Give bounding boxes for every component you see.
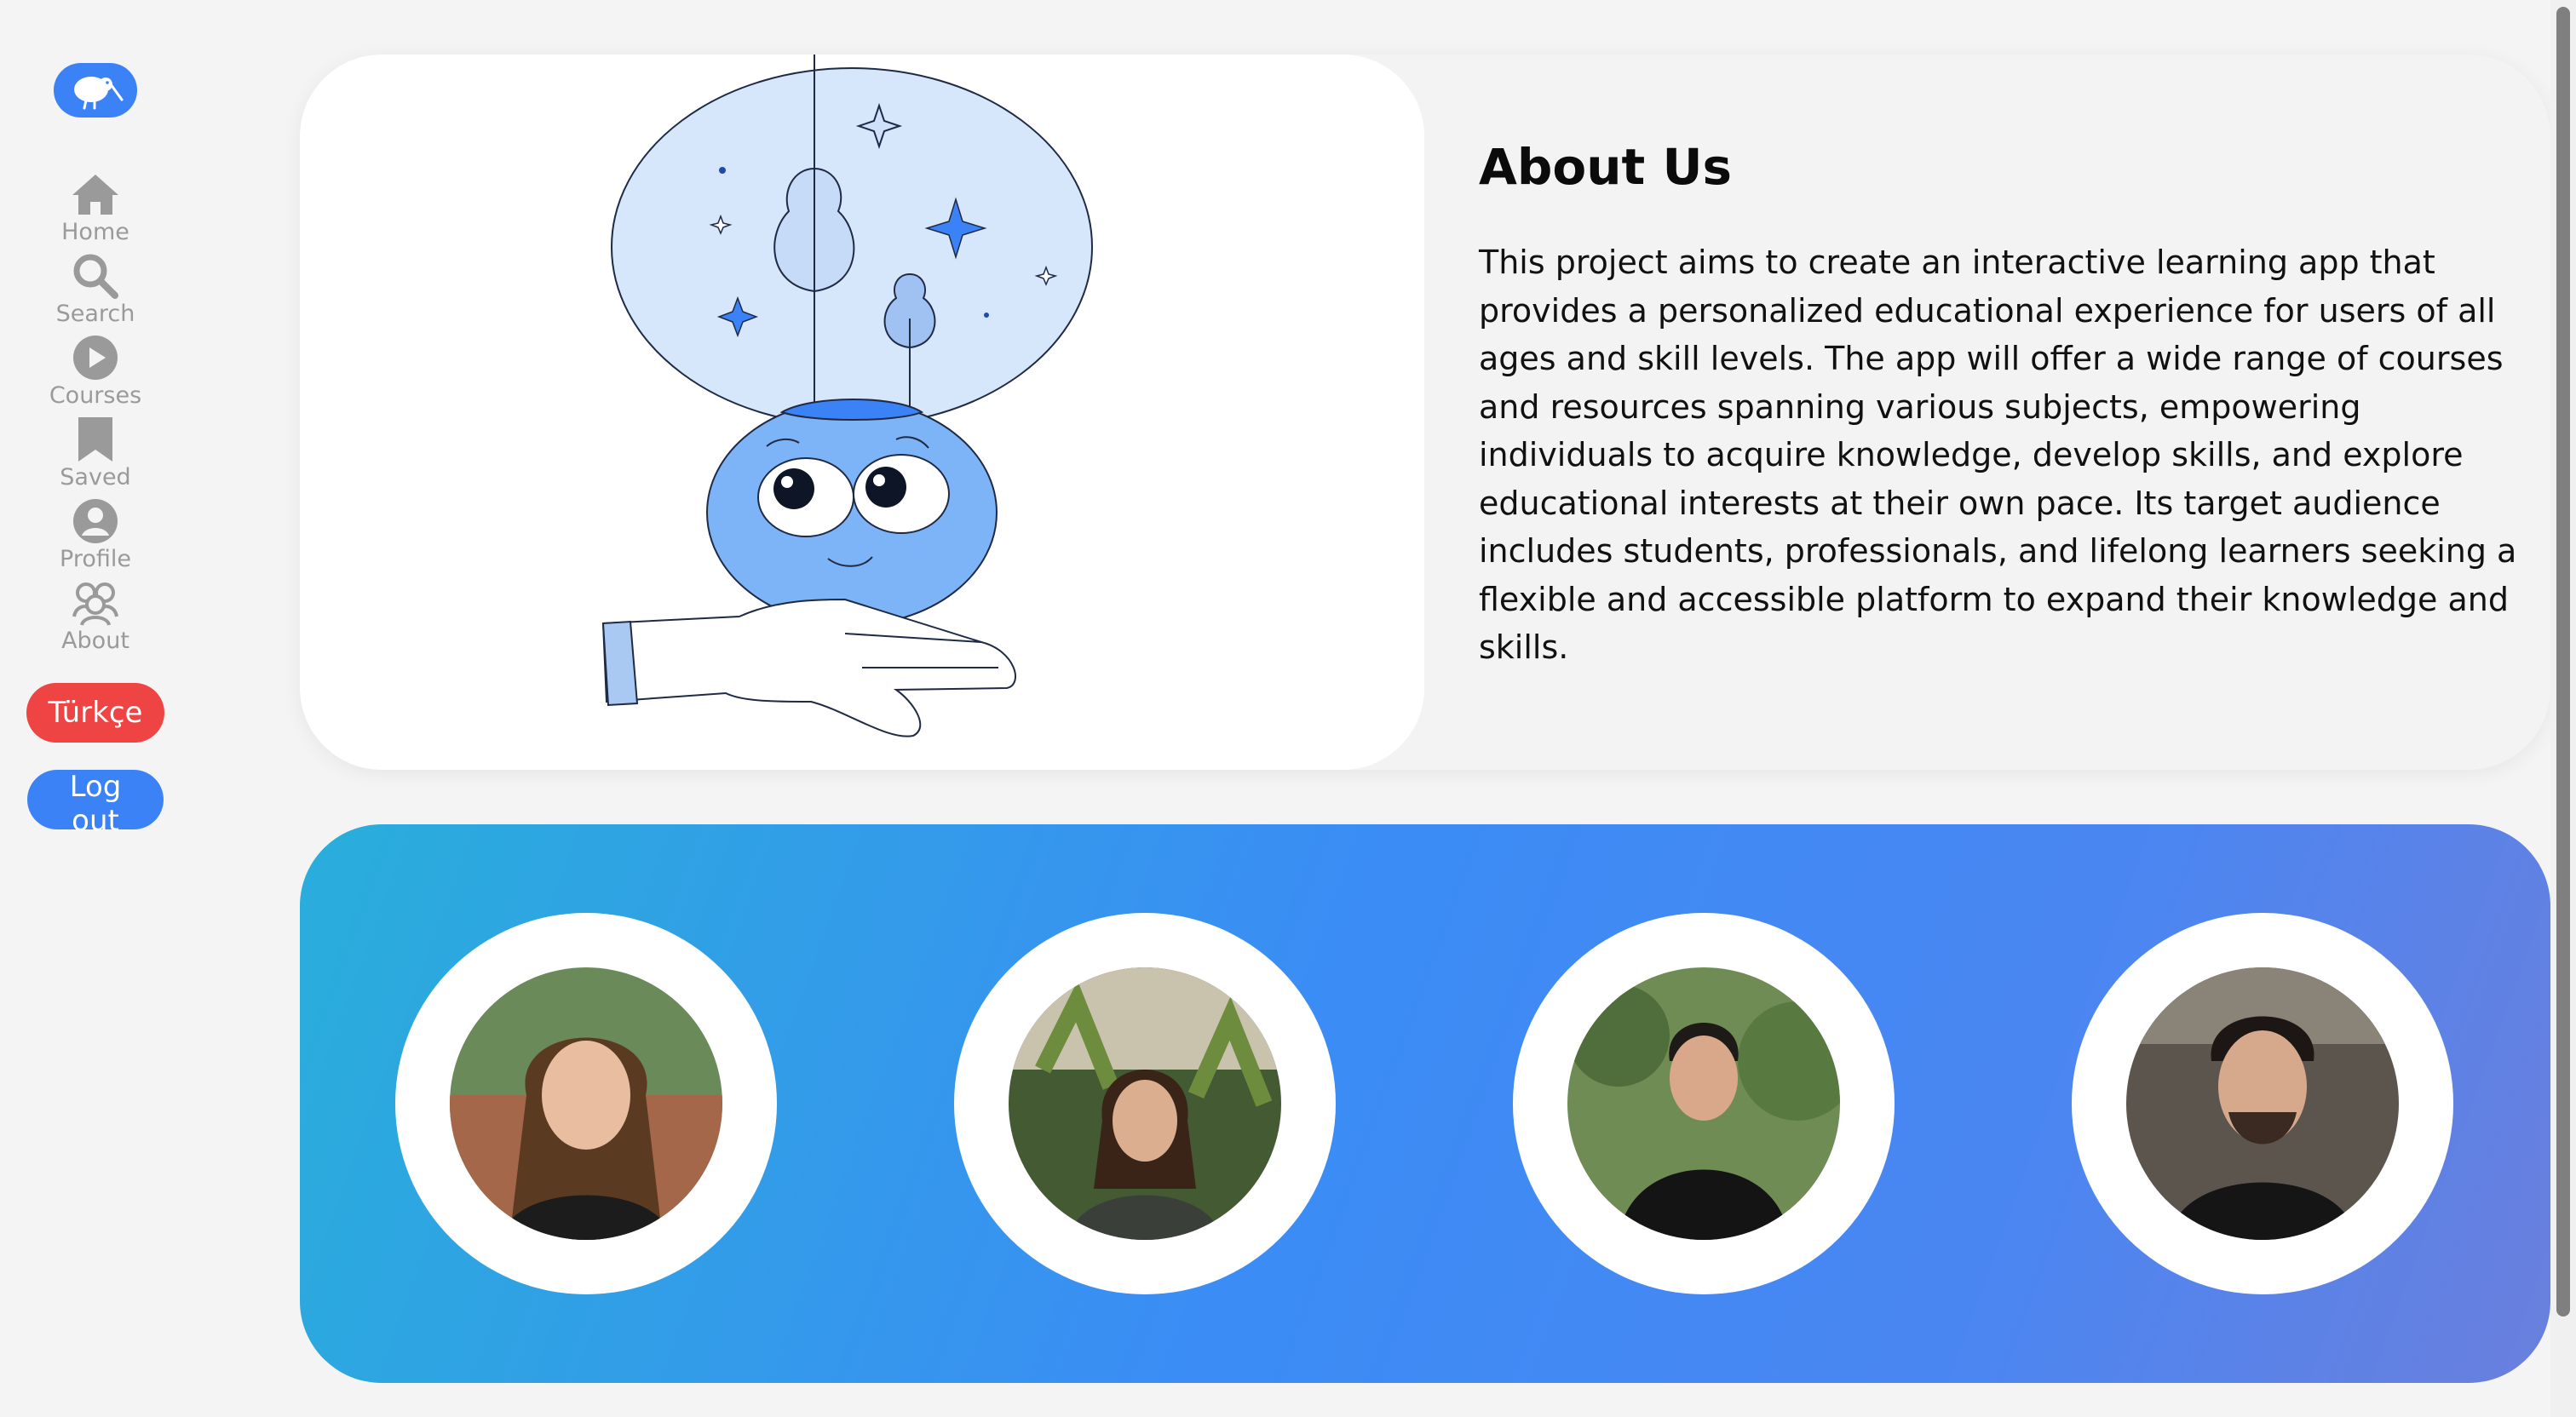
team-member-photo — [1567, 967, 1840, 1240]
sidebar-item-label: Home — [61, 219, 129, 245]
home-icon — [72, 175, 118, 215]
sidebar-item-label: About — [61, 628, 129, 654]
team-member-photo — [450, 967, 722, 1240]
page-title: About Us — [1479, 138, 1733, 196]
user-icon — [73, 499, 118, 543]
language-toggle-button[interactable]: Türkçe — [26, 683, 164, 743]
team-member-1 — [395, 913, 777, 1294]
page-scrollbar[interactable] — [2550, 0, 2576, 1417]
sidebar-item-label: Profile — [60, 546, 131, 572]
sidebar-item-home[interactable]: Home — [19, 170, 172, 252]
about-text: About Us This project aims to create an … — [1479, 133, 2528, 672]
lightbulb-head-illustration — [601, 54, 1093, 737]
team-member-2 — [954, 913, 1336, 1294]
bookmark-icon — [78, 417, 112, 462]
logout-button[interactable]: Log out — [27, 770, 164, 838]
team-card — [300, 824, 2550, 1383]
search-icon — [73, 254, 118, 299]
about-illustration — [300, 54, 1424, 770]
sidebar-item-about[interactable]: About — [19, 579, 172, 661]
about-card: About Us This project aims to create an … — [300, 54, 2550, 770]
sidebar-item-label: Courses — [49, 382, 142, 409]
sidebar-nav: Home Search Courses Saved Profile About — [19, 170, 172, 661]
scrollbar-thumb[interactable] — [2556, 7, 2570, 1317]
sidebar-item-courses[interactable]: Courses — [19, 334, 172, 416]
team-member-4 — [2072, 913, 2453, 1294]
sidebar-item-profile[interactable]: Profile — [19, 497, 172, 579]
team-member-3 — [1513, 913, 1895, 1294]
sidebar-item-saved[interactable]: Saved — [19, 416, 172, 497]
users-icon — [72, 582, 118, 626]
about-description: This project aims to create an interacti… — [1479, 244, 2517, 666]
team-member-photo — [1009, 967, 1281, 1240]
team-member-photo — [2126, 967, 2399, 1240]
kiwi-bird-icon — [74, 77, 124, 110]
sidebar-item-label: Search — [55, 301, 135, 327]
sidebar: Home Search Courses Saved Profile About … — [0, 0, 191, 1417]
play-icon — [73, 336, 118, 380]
sidebar-item-label: Saved — [60, 464, 131, 490]
sidebar-item-search[interactable]: Search — [19, 252, 172, 334]
app-logo[interactable] — [54, 63, 137, 118]
